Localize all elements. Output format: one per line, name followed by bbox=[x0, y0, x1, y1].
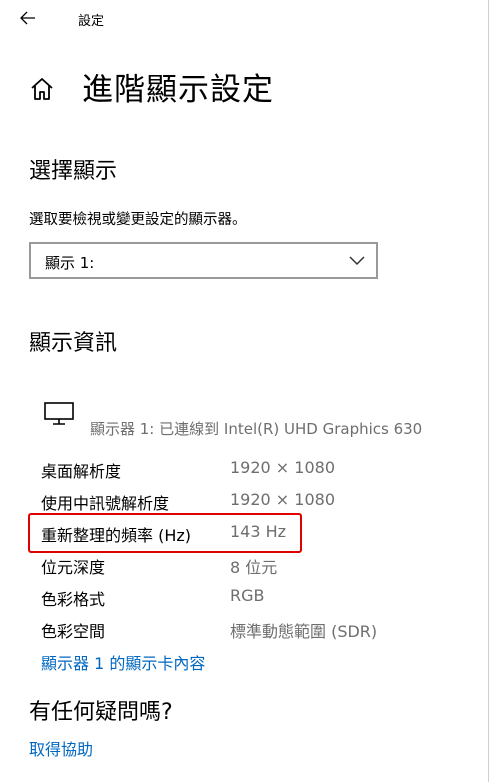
info-value: 標準動態範圍 (SDR) bbox=[230, 622, 378, 641]
help-heading: 有任何疑問嗎? bbox=[29, 700, 173, 725]
info-value: 1920 × 1080 bbox=[230, 490, 336, 509]
monitor-description: 顯示器 1: 已連線到 Intel(R) UHD Graphics 630 bbox=[90, 420, 423, 438]
info-value: RGB bbox=[230, 586, 265, 605]
display-select-value: 顯示 1: bbox=[45, 254, 95, 272]
refresh-rate-highlight bbox=[28, 513, 302, 553]
info-label: 桌面解析度 bbox=[41, 462, 122, 481]
home-icon[interactable] bbox=[29, 76, 55, 102]
back-arrow-icon bbox=[20, 11, 35, 25]
title-bar: 設定 bbox=[0, 0, 488, 36]
select-display-description: 選取要檢視或變更設定的顯示器。 bbox=[29, 212, 247, 228]
info-value: 1920 × 1080 bbox=[230, 458, 336, 477]
get-help-link[interactable]: 取得協助 bbox=[29, 736, 93, 760]
info-row-color-space: 色彩空間 標準動態範圍 (SDR) bbox=[0, 614, 489, 644]
info-row-bit-depth: 位元深度 8 位元 bbox=[0, 550, 489, 580]
back-button[interactable] bbox=[14, 4, 42, 32]
display-adapter-properties-link[interactable]: 顯示器 1 的顯示卡內容 bbox=[41, 650, 205, 674]
info-label: 色彩格式 bbox=[41, 590, 106, 609]
info-value: 8 位元 bbox=[230, 558, 278, 577]
page-title: 進階顯示設定 bbox=[82, 72, 274, 108]
info-label: 位元深度 bbox=[41, 558, 106, 577]
display-info-heading: 顯示資訊 bbox=[29, 331, 118, 356]
info-row-color-format: 色彩格式 RGB bbox=[0, 582, 489, 612]
info-label: 色彩空間 bbox=[41, 622, 106, 641]
info-row-active-signal-resolution: 使用中訊號解析度 1920 × 1080 bbox=[0, 486, 489, 516]
chevron-down-icon bbox=[349, 256, 365, 266]
monitor-icon bbox=[44, 402, 74, 425]
info-row-desktop-resolution: 桌面解析度 1920 × 1080 bbox=[0, 454, 489, 484]
info-label: 使用中訊號解析度 bbox=[41, 494, 170, 513]
select-display-heading: 選擇顯示 bbox=[29, 159, 118, 184]
window-title: 設定 bbox=[78, 14, 105, 29]
display-select-dropdown[interactable]: 顯示 1: bbox=[29, 242, 378, 279]
